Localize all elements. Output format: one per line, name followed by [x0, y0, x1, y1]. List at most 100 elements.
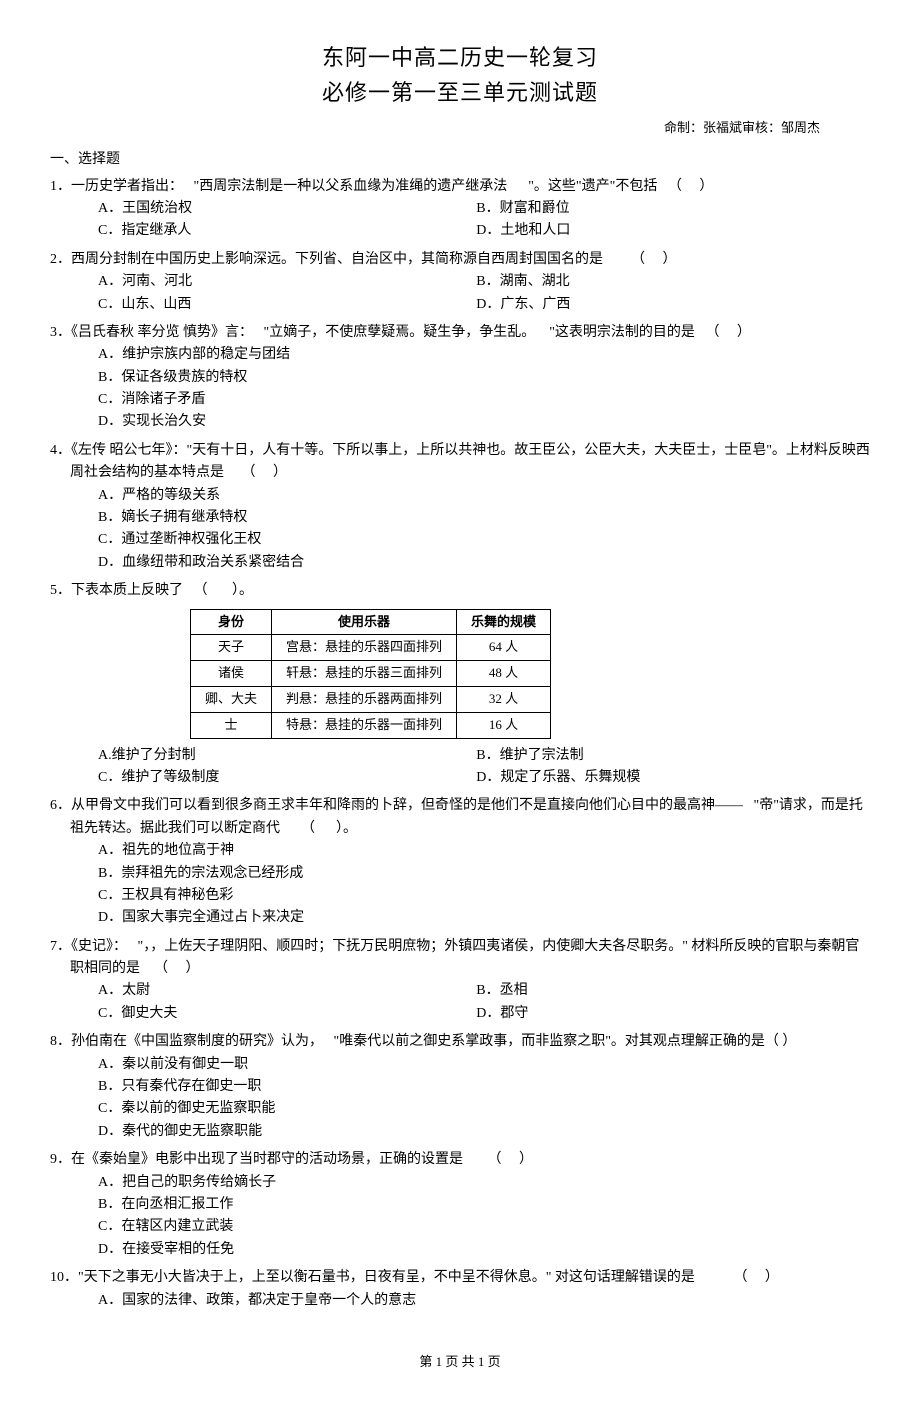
cell: 宫悬：悬挂的乐器四面排列 — [272, 635, 457, 661]
q9-t0: 在《秦始皇》电影中出现了当时郡守的活动场景，正确的设置是 — [71, 1152, 463, 1167]
q5-opt-d: D．规定了乐器、乐舞规模 — [476, 767, 854, 789]
table-header-row: 身份 使用乐器 乐舞的规模 — [191, 609, 551, 635]
q7-opt-b: B．丞相 — [476, 980, 854, 1002]
q10-opt-a: A．国家的法律、政策，都决定于皇帝一个人的意志 — [98, 1290, 870, 1312]
table-row: 诸侯 轩悬：悬挂的乐器三面排列 48 人 — [191, 661, 551, 687]
q2-options: A．河南、河北 B．湖南、湖北 C．山东、山西 D．广东、广西 — [50, 271, 870, 316]
th-identity: 身份 — [191, 609, 272, 635]
question-9: 9．在《秦始皇》电影中出现了当时郡守的活动场景，正确的设置是 （ ） A．把自己… — [50, 1149, 870, 1261]
question-4: 4．《左传 昭公七年》："天有十日，人有十等。下所以事上，上所以共神也。故王臣公… — [50, 440, 870, 574]
q9-blank: （ ） — [488, 1152, 534, 1167]
q3-opt-c: C．消除诸子矛盾 — [98, 389, 870, 411]
cell: 特悬：悬挂的乐器一面排列 — [272, 712, 457, 738]
q5-num: 5． — [50, 583, 71, 598]
q4-opt-a: A．严格的等级关系 — [98, 485, 870, 507]
question-4-stem: 4．《左传 昭公七年》："天有十日，人有十等。下所以事上，上所以共神也。故王臣公… — [50, 440, 870, 485]
q8-t1: "唯秦代以前之御史系掌政事，而非监察之职"。对其观点理解正确的是（ ） — [334, 1034, 797, 1049]
cell: 轩悬：悬挂的乐器三面排列 — [272, 661, 457, 687]
cell: 士 — [191, 712, 272, 738]
question-7-stem: 7．《史记》： "，，上佐天子理阴阳、顺四时；下抚万民明庶物；外镇四夷诸侯，内使… — [50, 936, 870, 981]
q1-t0: 一历史学者指出： — [71, 179, 183, 194]
q6-t0: 从甲骨文中我们可以看到很多商王求丰年和降雨的卜辞，但奇怪的是他们不是直接向他们心… — [71, 798, 743, 813]
q3-blank: （ ） — [705, 325, 751, 340]
q4-t0: 《左传 昭公七年》："天有十日，人有十等。下所以事上，上所以共神也。故王臣公，公… — [70, 443, 870, 480]
q1-opt-b: B．财富和爵位 — [476, 198, 854, 220]
table-row: 卿、大夫 判悬：悬挂的乐器两面排列 32 人 — [191, 686, 551, 712]
q6-opt-c: C．王权具有神秘色彩 — [98, 885, 870, 907]
q4-opt-d: D．血缘纽带和政治关系紧密结合 — [98, 552, 870, 574]
q1-blank: （ ） — [668, 179, 714, 194]
q4-opt-b: B．嫡长子拥有继承特权 — [98, 507, 870, 529]
th-scale: 乐舞的规模 — [457, 609, 551, 635]
q10-t0: "天下之事无小大皆决于上，上至以衡石量书，日夜有呈，不中呈不得休息。" 对这句话… — [78, 1270, 695, 1285]
q9-options: A．把自己的职务传给嫡长子 B．在向丞相汇报工作 C．在辖区内建立武装 D．在接… — [50, 1172, 870, 1262]
q8-opt-d: D．秦代的御史无监察职能 — [98, 1121, 870, 1143]
q1-t1: "西周宗法制是一种以父系血缘为准绳的遗产继承法 — [194, 179, 508, 194]
q9-opt-c: C．在辖区内建立武装 — [98, 1216, 870, 1238]
q5-opt-c: C．维护了等级制度 — [98, 767, 476, 789]
cell: 64 人 — [457, 635, 551, 661]
q7-opt-d: D．郡守 — [476, 1003, 854, 1025]
q8-opt-a: A．秦以前没有御史一职 — [98, 1054, 870, 1076]
question-10: 10．"天下之事无小大皆决于上，上至以衡石量书，日夜有呈，不中呈不得休息。" 对… — [50, 1267, 870, 1312]
q5-opt-b: B．维护了宗法制 — [476, 745, 854, 767]
question-5-stem: 5．下表本质上反映了 （ ）。 — [50, 580, 870, 602]
question-8: 8．孙伯南在《中国监察制度的研究》认为， "唯秦代以前之御史系掌政事，而非监察之… — [50, 1031, 870, 1143]
question-3: 3．《吕氏春秋 率分览 慎势》言： "立嫡子，不使庶孽疑焉。疑生争，争生乱。 "… — [50, 322, 870, 434]
q9-opt-b: B．在向丞相汇报工作 — [98, 1194, 870, 1216]
q5-blank: （ ）。 — [194, 583, 254, 598]
q4-options: A．严格的等级关系 B．嫡长子拥有继承特权 C．通过垄断神权强化王权 D．血缘纽… — [50, 485, 870, 575]
q6-blank: （ ）。 — [301, 821, 357, 836]
q3-t0: 《吕氏春秋 率分览 慎势》言： — [71, 325, 253, 340]
q7-blank: （ ） — [154, 961, 200, 976]
q7-opt-c: C．御史大夫 — [98, 1003, 476, 1025]
cell: 天子 — [191, 635, 272, 661]
title-line-1: 东阿一中高二历史一轮复习 — [50, 40, 870, 75]
q6-opt-b: B．崇拜祖先的宗法观念已经形成 — [98, 863, 870, 885]
q1-opt-d: D．土地和人口 — [476, 220, 854, 242]
q2-opt-c: C．山东、山西 — [98, 294, 476, 316]
q10-options: A．国家的法律、政策，都决定于皇帝一个人的意志 — [50, 1290, 870, 1312]
question-1: 1．一历史学者指出： "西周宗法制是一种以父系血缘为准绳的遗产继承法 "。这些"… — [50, 176, 870, 243]
question-2-stem: 2．西周分封制在中国历史上影响深远。下列省、自治区中，其简称源自西周封国国名的是… — [50, 249, 870, 271]
credit-line: 命制：张福斌审核：邹周杰 — [50, 118, 870, 139]
cell: 判悬：悬挂的乐器两面排列 — [272, 686, 457, 712]
cell: 48 人 — [457, 661, 551, 687]
q8-opt-b: B．只有秦代存在御史一职 — [98, 1076, 870, 1098]
cell: 卿、大夫 — [191, 686, 272, 712]
q10-num: 10． — [50, 1270, 78, 1285]
q9-num: 9． — [50, 1152, 71, 1167]
q8-num: 8． — [50, 1034, 71, 1049]
q5-opt-a: A.维护了分封制 — [98, 745, 476, 767]
cell: 诸侯 — [191, 661, 272, 687]
question-6-stem: 6．从甲骨文中我们可以看到很多商王求丰年和降雨的卜辞，但奇怪的是他们不是直接向他… — [50, 795, 870, 840]
question-7: 7．《史记》： "，，上佐天子理阴阳、顺四时；下抚万民明庶物；外镇四夷诸侯，内使… — [50, 936, 870, 1026]
q8-opt-c: C．秦以前的御史无监察职能 — [98, 1098, 870, 1120]
q8-options: A．秦以前没有御史一职 B．只有秦代存在御史一职 C．秦以前的御史无监察职能 D… — [50, 1054, 870, 1144]
q6-num: 6． — [50, 798, 71, 813]
q3-num: 3． — [50, 325, 71, 340]
q3-opt-d: D．实现长治久安 — [98, 411, 870, 433]
question-10-stem: 10．"天下之事无小大皆决于上，上至以衡石量书，日夜有呈，不中呈不得休息。" 对… — [50, 1267, 870, 1289]
q3-t2: "这表明宗法制的目的是 — [549, 325, 695, 340]
table-row: 天子 宫悬：悬挂的乐器四面排列 64 人 — [191, 635, 551, 661]
cell: 16 人 — [457, 712, 551, 738]
q7-num: 7． — [50, 939, 71, 954]
q7-options: A．太尉 B．丞相 C．御史大夫 D．郡守 — [50, 980, 870, 1025]
table-row: 士 特悬：悬挂的乐器一面排列 16 人 — [191, 712, 551, 738]
q3-options: A．维护宗族内部的稳定与团结 B．保证各级贵族的特权 C．消除诸子矛盾 D．实现… — [50, 344, 870, 434]
q3-opt-a: A．维护宗族内部的稳定与团结 — [98, 344, 870, 366]
question-2: 2．西周分封制在中国历史上影响深远。下列省、自治区中，其简称源自西周封国国名的是… — [50, 249, 870, 316]
th-instrument: 使用乐器 — [272, 609, 457, 635]
q7-opt-a: A．太尉 — [98, 980, 476, 1002]
q3-t1: "立嫡子，不使庶孽疑焉。疑生争，争生乱。 — [264, 325, 536, 340]
q4-opt-c: C．通过垄断神权强化王权 — [98, 529, 870, 551]
q2-opt-b: B．湖南、湖北 — [476, 271, 854, 293]
q5-t0: 下表本质上反映了 — [71, 583, 183, 598]
q2-opt-a: A．河南、河北 — [98, 271, 476, 293]
section-title: 一、选择题 — [50, 149, 870, 171]
title-block: 东阿一中高二历史一轮复习 必修一第一至三单元测试题 — [50, 40, 870, 110]
q3-opt-b: B．保证各级贵族的特权 — [98, 367, 870, 389]
question-1-stem: 1．一历史学者指出： "西周宗法制是一种以父系血缘为准绳的遗产继承法 "。这些"… — [50, 176, 870, 198]
q1-opt-a: A．王国统治权 — [98, 198, 476, 220]
